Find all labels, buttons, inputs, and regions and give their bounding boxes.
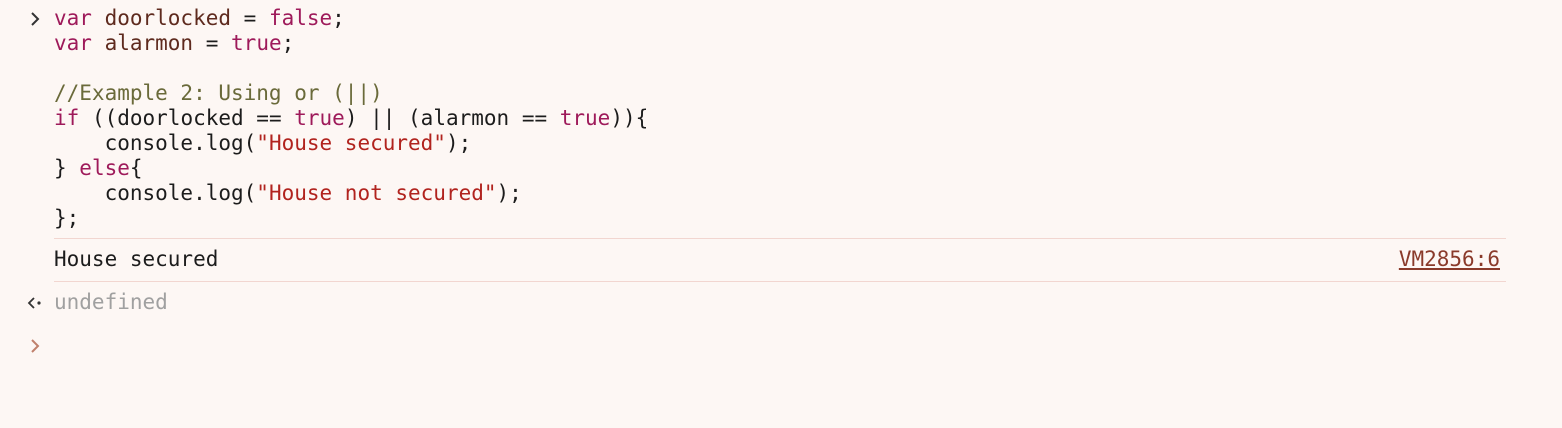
console-panel: var doorlocked = false; var alarmon = tru…	[0, 0, 1562, 428]
code-token: ;	[332, 6, 345, 30]
code-token: {	[129, 156, 143, 180]
code-token: ((doorlocked ==	[79, 106, 295, 130]
code-token: //Example 2: Using or (||)	[54, 81, 383, 105]
return-arrow-icon	[26, 291, 44, 315]
log-message-text: House secured	[54, 247, 219, 271]
code-token: )){	[610, 106, 649, 130]
new-prompt-chevron-icon[interactable]	[26, 334, 44, 358]
code-token: if	[54, 106, 80, 130]
code-token: ;	[281, 31, 295, 55]
code-token: =	[231, 6, 269, 30]
code-token: doorlocked	[104, 6, 232, 30]
code-token: var	[54, 31, 105, 55]
code-token: );	[445, 131, 472, 155]
code-line: console.log("House not secured");	[54, 181, 648, 206]
code-line: var doorlocked = false;	[54, 6, 648, 31]
code-token: else	[79, 156, 130, 180]
code-token: "House not secured"	[256, 181, 497, 205]
code-token: alarmon	[104, 31, 194, 55]
code-token: true	[231, 31, 282, 55]
code-line: if ((doorlocked == true) || (alarmon == …	[54, 106, 648, 131]
code-line: } else{	[54, 156, 648, 181]
code-token: false	[268, 6, 333, 30]
code-token: };	[54, 206, 80, 230]
code-token: console.log(	[54, 181, 257, 205]
code-token: true	[559, 106, 611, 130]
code-token: }	[54, 156, 80, 180]
code-token: "House secured"	[256, 131, 446, 155]
code-line: };	[54, 206, 648, 231]
code-line: console.log("House secured");	[54, 131, 648, 156]
code-token: =	[193, 31, 232, 55]
code-token: true	[294, 106, 345, 130]
code-token: );	[496, 181, 522, 205]
log-source-link[interactable]: VM2856:6	[1399, 247, 1500, 272]
code-token: ) || (alarmon ==	[344, 106, 560, 130]
console-log-message-row: House secured VM2856:6	[54, 238, 1506, 282]
input-chevron-icon	[26, 7, 44, 31]
console-result-value: undefined	[54, 290, 168, 314]
code-token: var	[54, 6, 105, 30]
code-token: console.log(	[54, 131, 257, 155]
console-input-code: var doorlocked = false; var alarmon = tru…	[54, 6, 648, 231]
code-line: var alarmon = true;	[54, 31, 648, 56]
code-line: //Example 2: Using or (||)	[54, 81, 648, 106]
